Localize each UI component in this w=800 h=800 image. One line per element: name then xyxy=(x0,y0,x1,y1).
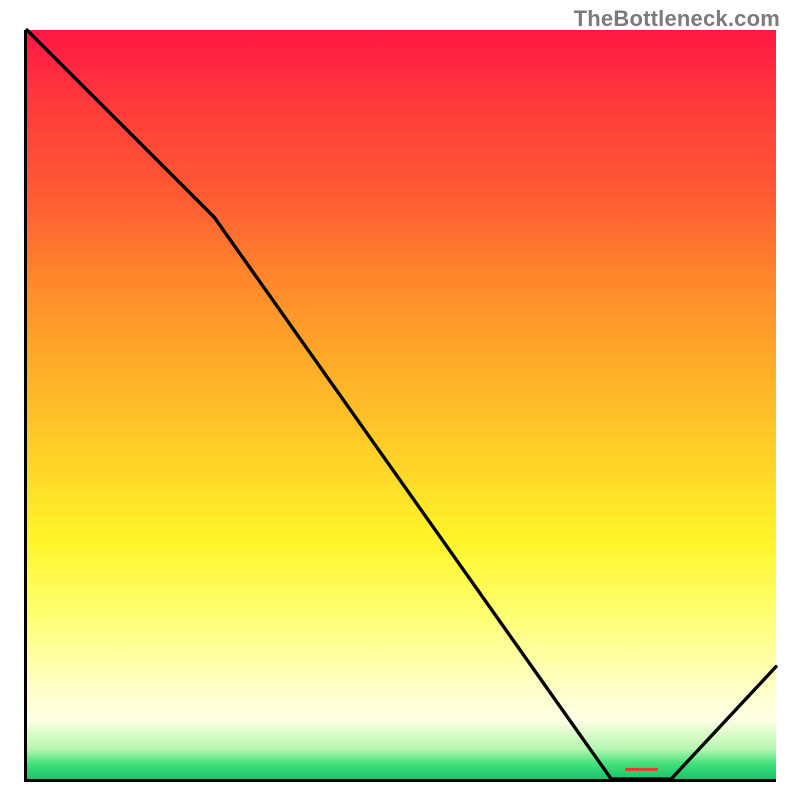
bottleneck-marker: ▪▪▪▪▪▪▪▪▪▪ xyxy=(625,762,658,776)
plot-frame: ▪▪▪▪▪▪▪▪▪▪ xyxy=(24,30,776,782)
plot-svg xyxy=(27,30,776,779)
chart-stage: TheBottleneck.com ▪▪▪▪▪▪▪▪▪▪ xyxy=(0,0,800,800)
series-curve xyxy=(27,30,776,779)
attribution-text: TheBottleneck.com xyxy=(574,6,780,32)
